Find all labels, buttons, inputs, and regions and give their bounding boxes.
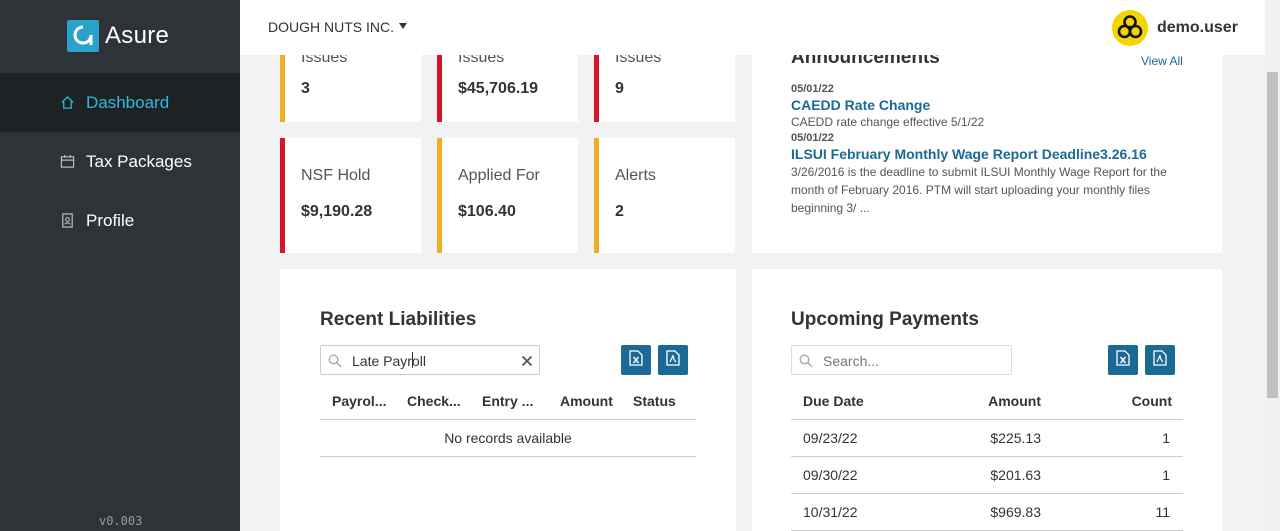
stat-value: 3 [301,80,310,97]
stat-value: 9 [615,80,624,97]
asure-logo-icon [67,20,99,52]
upcoming-payments-title: Upcoming Payments [791,309,979,330]
due-date-cell: 09/23/22 [803,430,858,446]
excel-file-icon [629,349,643,371]
version-label: v0.003 [99,514,143,528]
liabilities-search-input[interactable]: Late Payroll [320,345,540,375]
stat-card-nsf-hold[interactable]: NSF Hold $9,190.28 [280,138,421,253]
count-cell: 1 [1162,467,1170,483]
column-header-entry[interactable]: Entry ... [482,393,533,409]
sidebar-item-tax-packages[interactable]: Tax Packages [0,132,240,191]
stat-label: Applied For [458,167,540,184]
view-all-link[interactable]: View All [1141,54,1183,68]
announcement-title-link[interactable]: CAEDD Rate Change [791,97,930,113]
text-cursor [412,352,413,368]
calendar-icon [60,154,76,170]
sidebar-item-label: Tax Packages [86,151,192,171]
column-header-due-date[interactable]: Due Date [803,393,864,409]
description-line: month of February 2016. PTM will start u… [791,183,1150,197]
username[interactable]: demo.user [1157,19,1238,37]
divider [320,419,696,420]
stat-value: $9,190.28 [301,203,373,220]
search-icon [799,354,813,373]
chevron-down-icon[interactable] [399,23,407,29]
home-icon [60,95,76,111]
pdf-file-icon [1153,349,1167,371]
stat-label: Alerts [615,167,656,184]
announcement-description: CAEDD rate change effective 5/1/22 [791,115,985,129]
scrollbar-thumb[interactable] [1267,72,1278,398]
stat-value: $106.40 [458,203,516,220]
clear-icon[interactable] [521,354,533,372]
amount-cell: $201.63 [990,467,1041,483]
upcoming-payments-panel: Upcoming Payments Search... Due Date Amo… [752,269,1222,531]
amount-cell: $969.83 [990,504,1041,520]
empty-state-text: No records available [444,430,572,446]
company-selector[interactable]: DOUGH NUTS INC. [268,19,394,35]
sidebar: Asure Dashboard Tax Packages Profile v0.… [0,0,240,531]
pdf-file-icon [666,349,680,371]
announcement-date: 05/01/22 [791,83,834,95]
column-header-amount[interactable]: Amount [560,393,613,409]
sidebar-item-label: Dashboard [86,92,170,112]
search-icon [328,354,342,373]
count-cell: 1 [1162,430,1170,446]
logo-text: Asure [105,22,170,49]
divider [791,456,1183,457]
announcement-description: 3/26/2016 is the deadline to submit ILSU… [791,163,1167,217]
biohazard-icon[interactable] [1112,10,1148,46]
sidebar-item-dashboard[interactable]: Dashboard [0,73,240,132]
column-header-count[interactable]: Count [1082,393,1172,409]
sidebar-item-profile[interactable]: Profile [0,191,240,250]
amount-cell: $225.13 [990,430,1041,446]
sidebar-item-label: Profile [86,210,135,230]
stat-value: $45,706.19 [458,80,539,97]
description-line: 3/26/2016 is the deadline to submit ILSU… [791,165,1167,179]
asure-logo[interactable]: Asure [67,20,169,52]
export-excel-button[interactable] [621,345,651,375]
recent-liabilities-title: Recent Liabilities [320,309,477,330]
stat-card-applied-for[interactable]: Applied For $106.40 [437,138,578,253]
announcement-title-link[interactable]: ILSUI February Monthly Wage Report Deadl… [791,146,1147,162]
column-header-amount[interactable]: Amount [942,393,1041,409]
description-line: beginning 3/ ... [791,201,870,215]
count-cell: 11 [1155,504,1170,520]
stat-card-alerts[interactable]: Alerts 2 [594,138,735,253]
column-header-status[interactable]: Status [633,393,676,409]
column-header-check[interactable]: Check... [407,393,461,409]
search-placeholder: Search... [823,353,880,369]
divider [791,493,1183,494]
payments-search-input[interactable]: Search... [791,345,1012,375]
search-value: Late Payroll [352,353,426,369]
column-header-payroll[interactable]: Payrol... [332,393,386,409]
export-pdf-button[interactable] [658,345,688,375]
due-date-cell: 09/30/22 [803,467,858,483]
divider [791,419,1183,420]
announcement-date: 05/01/22 [791,132,834,144]
top-bar: DOUGH NUTS INC. demo.user [240,0,1265,55]
excel-file-icon [1116,349,1130,371]
divider [320,456,696,457]
export-pdf-button[interactable] [1145,345,1175,375]
recent-liabilities-panel: Recent Liabilities Late Payroll Payrol..… [280,269,736,531]
stat-value: 2 [615,203,624,220]
scrollbar[interactable] [1265,0,1280,531]
id-badge-icon [60,213,76,229]
stat-label: NSF Hold [301,167,371,184]
due-date-cell: 10/31/22 [803,504,858,520]
export-excel-button[interactable] [1108,345,1138,375]
